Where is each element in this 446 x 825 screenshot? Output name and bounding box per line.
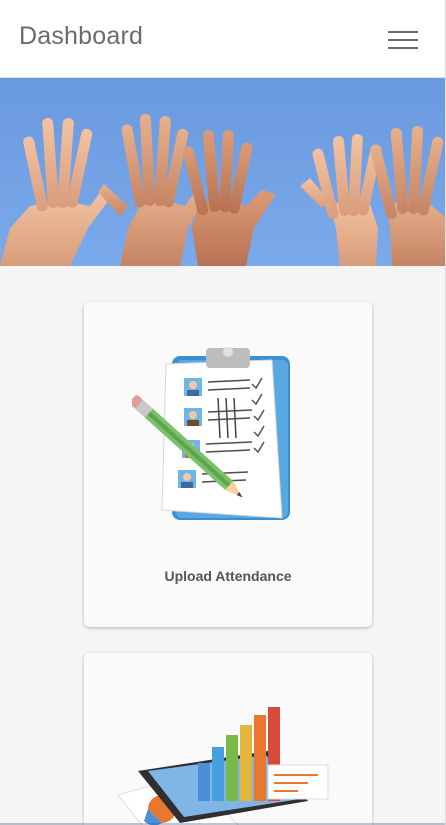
- bar-chart-tablet-icon: [117, 705, 338, 825]
- card-label: Upload Attendance: [164, 568, 292, 584]
- hero-banner-image: [0, 78, 445, 266]
- upload-attendance-card[interactable]: Upload Attendance: [84, 302, 372, 627]
- dashboard-screen: Dashboard Upload Attendance: [0, 0, 446, 825]
- page-title: Dashboard: [19, 22, 144, 50]
- hamburger-menu-icon[interactable]: [386, 28, 420, 52]
- clipboard-checklist-icon: [129, 342, 302, 537]
- reports-card[interactable]: [84, 653, 372, 825]
- app-header: Dashboard: [0, 0, 445, 78]
